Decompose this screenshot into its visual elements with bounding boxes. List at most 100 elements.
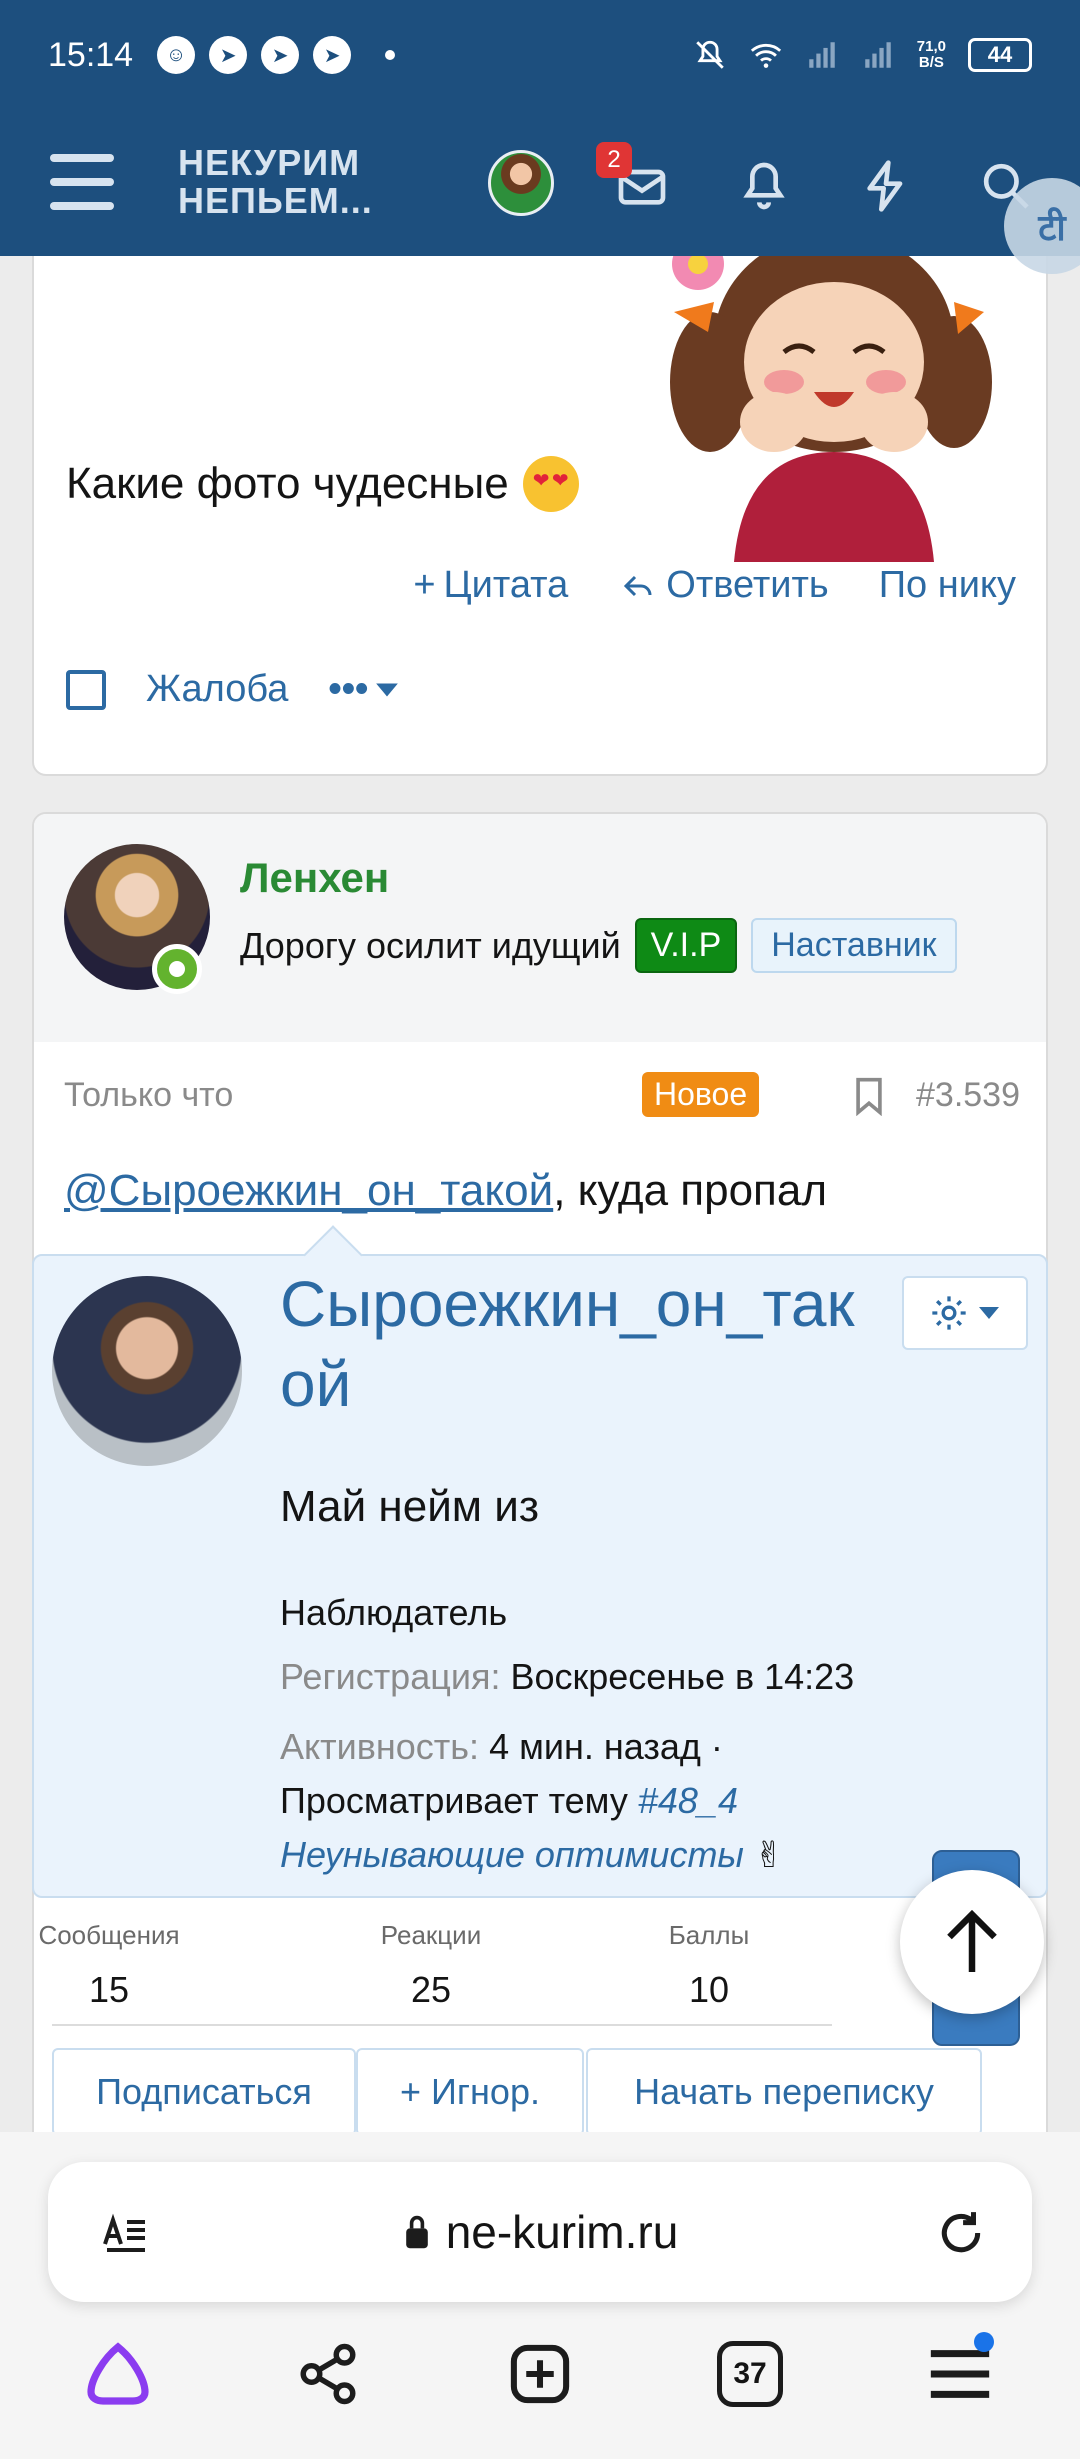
member-settings-button[interactable] [902,1276,1028,1350]
post-footer: Жалоба ••• [66,668,400,711]
stat-label: Сообщения [38,1920,180,1950]
select-post-checkbox[interactable] [66,669,106,710]
lock-icon [405,2215,428,2249]
site-logo[interactable]: НЕКУРИМ НЕПЬЕМ... [178,144,373,220]
stat-reactions: Реакции 25 [356,1920,506,2011]
network-speed-unit: B/S [918,54,944,71]
viewing-thread-link[interactable]: #48_4 [638,1780,738,1821]
registration-value: Воскресенье в 14:23 [510,1656,855,1697]
telegram-icon: ➤ [209,36,248,74]
bookmark-icon[interactable] [854,1076,884,1116]
online-status-icon [152,944,202,994]
divider [52,2024,832,2026]
mute-icon [696,40,724,69]
author-name[interactable]: Ленхен [240,854,389,902]
url-text: ne-kurim.ru [445,2206,679,2258]
report-link[interactable]: Жалоба [146,668,288,711]
signal-icon [809,42,835,68]
chevron-down-icon [376,683,399,696]
registration-label: Регистрация: [280,1656,501,1697]
member-tooltip: Сыроежкин_он_такой Май нейм из Наблюдате… [32,1254,1048,1898]
network-speed: 71,0 B/S [917,39,946,71]
arrow-up-icon [947,1909,997,1972]
browser-nav: 37 [0,2332,1080,2448]
network-speed-value: 71,0 [916,38,946,55]
reply-label: Ответить [666,564,829,606]
post-message-text: , куда пропал [553,1166,828,1215]
post-card: Какие фото чудесные +Цитата Ответить По … [32,200,1048,776]
share-icon[interactable] [292,2338,364,2410]
stat-value: 10 [688,1969,730,2010]
scroll-to-top-button[interactable] [900,1870,1044,2014]
thread-title-link[interactable]: Неунывающие оптимисты [280,1834,744,1875]
status-bar: 15:14 ☺ ➤ ➤ ➤ 71,0 B/S 44 [0,0,1080,110]
stat-value: 25 [410,1969,452,2010]
messages-badge: 2 [596,142,632,178]
gear-icon [932,1296,966,1330]
alice-assistant-icon[interactable] [82,2338,154,2410]
stat-value: 15 [88,1969,130,2010]
member-role: Наблюдатель [280,1592,508,1633]
member-name[interactable]: Сыроежкин_он_такой [280,1264,890,1424]
tabs-button[interactable]: 37 [714,2338,786,2410]
author-title-row: Дорогу осилит идущий V.I.P Наставник [240,918,957,973]
browser-menu-icon[interactable] [924,2332,996,2410]
address-bar[interactable]: ne-kurim.ru [48,2162,1032,2302]
heart-eyes-emoji-icon [522,456,579,512]
mentor-badge: Наставник [751,918,957,973]
reply-button[interactable]: Ответить [618,564,829,607]
reload-icon[interactable] [936,2208,986,2258]
member-activity: Активность: 4 мин. назад · Просматривает… [280,1720,1020,1882]
post-message: @Сыроежкин_он_такой, куда пропал [64,1166,827,1216]
new-badge: Новое [642,1072,760,1117]
quote-button[interactable]: + Цитата [413,564,568,607]
lightning-icon[interactable] [858,158,914,214]
activity-label: Активность: [280,1726,480,1767]
by-nick-button[interactable]: По нику [879,564,1016,607]
stat-label: Баллы [668,1920,750,1950]
bell-icon[interactable] [736,158,792,214]
girl-sticker-image [670,242,992,562]
member-avatar[interactable] [52,1276,242,1466]
telegram-icon: ➤ [313,36,352,74]
signal-icon [865,42,891,68]
stat-messages: Сообщения 15 [34,1920,184,2011]
start-conversation-button[interactable]: Начать переписку [586,2048,982,2136]
stat-label: Реакции [380,1920,482,1950]
user-mention-link[interactable]: @Сыроежкин_он_такой [64,1166,553,1215]
smiley-icon: ☺ [157,36,196,74]
member-stats-panel: Сообщения 15 Реакции 25 Баллы 10 Подписа… [32,1898,1048,2144]
user-avatar[interactable] [488,150,554,216]
wifi-icon [750,43,781,68]
logo-line-2: НЕПЬЕМ... [178,180,373,221]
post-message-text: Какие фото чудесные [66,459,509,508]
more-dots: ••• [328,668,369,710]
plus-icon: + [413,564,436,606]
logo-line-1: НЕКУРИМ [178,142,361,183]
stat-points: Баллы 10 [634,1920,784,2011]
url-display: ne-kurim.ru [48,2162,1032,2302]
post-author-header: Ленхен Дорогу осилит идущий V.I.P Настав… [34,814,1046,1042]
post-time[interactable]: Только что [64,1076,233,1114]
post-actions: + Цитата Ответить По нику [413,564,1016,607]
forum-header: НЕКУРИМ НЕПЬЕМ... 2 टी [0,110,1080,274]
ignore-button[interactable]: + Игнор. [356,2048,584,2136]
post-message: Какие фото чудесные [66,456,579,512]
viewing-text: Просматривает тему [280,1780,628,1821]
notification-icons: ☺ ➤ ➤ ➤ [157,36,396,74]
post-meta: Только что Новое #3.539 [64,1072,1020,1117]
menu-icon[interactable] [50,154,114,210]
reply-icon [624,575,652,596]
more-options-button[interactable]: ••• [328,668,400,711]
member-registration: Регистрация: Воскресенье в 14:23 [280,1656,854,1698]
member-status: Май нейм из [280,1482,539,1531]
victory-hand-emoji-icon: ✌ [753,1834,785,1875]
tabs-count: 37 [717,2341,783,2407]
new-tab-icon[interactable] [504,2338,576,2410]
post-number[interactable]: #3.539 [916,1076,1020,1115]
author-title: Дорогу осилит идущий [240,924,621,966]
status-time: 15:14 [48,35,134,74]
quote-label: Цитата [443,564,569,606]
telegram-icon: ➤ [261,36,300,74]
follow-button[interactable]: Подписаться [52,2048,356,2136]
